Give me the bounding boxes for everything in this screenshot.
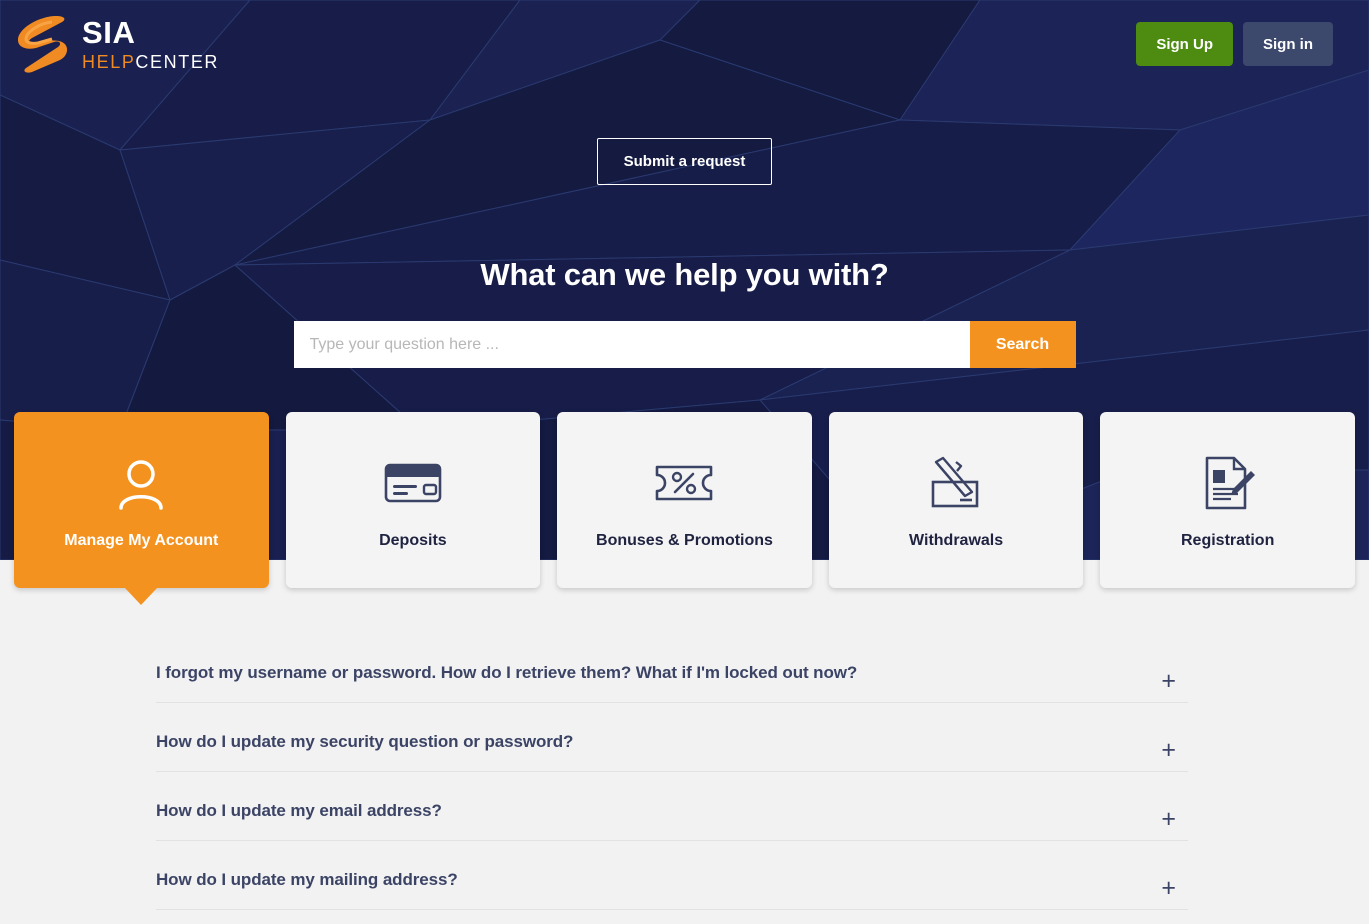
faq-item[interactable]: How do I update my mailing address? + bbox=[156, 855, 1188, 910]
faq-question: How do I update my email address? bbox=[156, 801, 442, 820]
search-input[interactable] bbox=[293, 321, 970, 368]
category-card-deposits[interactable]: Deposits bbox=[285, 412, 541, 588]
category-card-list: Manage My Account Deposits Bonuses & Pro… bbox=[14, 412, 1355, 588]
category-card-bonuses-promotions[interactable]: Bonuses & Promotions bbox=[557, 412, 812, 588]
faq-item[interactable]: How do I update my email address? + bbox=[156, 786, 1188, 841]
category-card-withdrawals[interactable]: Withdrawals bbox=[828, 412, 1084, 588]
brand-subtitle: HELPCENTER bbox=[82, 53, 219, 71]
auth-buttons: Sign Up Sign in bbox=[1136, 22, 1333, 66]
faq-item[interactable]: How do I update my security question or … bbox=[156, 717, 1188, 772]
sign-in-button[interactable]: Sign in bbox=[1243, 22, 1333, 66]
search-bar: Search bbox=[0, 321, 1369, 368]
plus-icon[interactable]: + bbox=[1161, 806, 1188, 832]
search-button[interactable]: Search bbox=[969, 321, 1076, 368]
faq-item[interactable]: I forgot my username or password. How do… bbox=[156, 648, 1188, 703]
faq-list: I forgot my username or password. How do… bbox=[156, 648, 1188, 924]
category-card-registration[interactable]: Registration bbox=[1100, 412, 1355, 588]
sia-s-logo-icon bbox=[18, 16, 68, 73]
sign-up-button[interactable]: Sign Up bbox=[1136, 22, 1233, 66]
plus-icon[interactable]: + bbox=[1161, 668, 1188, 694]
category-card-label: Withdrawals bbox=[909, 532, 1004, 549]
check-pen-icon bbox=[927, 450, 985, 516]
coupon-percent-icon bbox=[654, 450, 714, 516]
brand-logo[interactable]: SIA HELPCENTER bbox=[12, 12, 219, 76]
category-card-label: Manage My Account bbox=[64, 532, 219, 549]
brand-subtitle-help: HELP bbox=[82, 52, 136, 72]
brand-title: SIA bbox=[82, 15, 136, 50]
category-card-manage-my-account[interactable]: Manage My Account bbox=[14, 412, 269, 588]
user-icon bbox=[112, 450, 170, 516]
plus-icon[interactable]: + bbox=[1161, 737, 1188, 763]
document-pencil-icon bbox=[1200, 450, 1256, 516]
faq-question: I forgot my username or password. How do… bbox=[156, 663, 858, 682]
faq-question: How do I update my security question or … bbox=[156, 732, 574, 751]
category-card-label: Bonuses & Promotions bbox=[596, 532, 773, 549]
brand-subtitle-center: CENTER bbox=[135, 52, 220, 72]
top-navigation-bar: SIA HELPCENTER Sign Up Sign in bbox=[0, 0, 1369, 88]
credit-card-icon bbox=[384, 450, 442, 516]
brand-wordmark: SIA HELPCENTER bbox=[82, 17, 219, 71]
plus-icon[interactable]: + bbox=[1161, 875, 1188, 901]
submit-request-button[interactable]: Submit a request bbox=[596, 138, 773, 185]
hero-heading: What can we help you with? bbox=[480, 257, 889, 292]
category-card-label: Deposits bbox=[379, 532, 447, 549]
faq-question: How do I update my mailing address? bbox=[156, 870, 458, 889]
category-card-label: Registration bbox=[1181, 532, 1275, 549]
